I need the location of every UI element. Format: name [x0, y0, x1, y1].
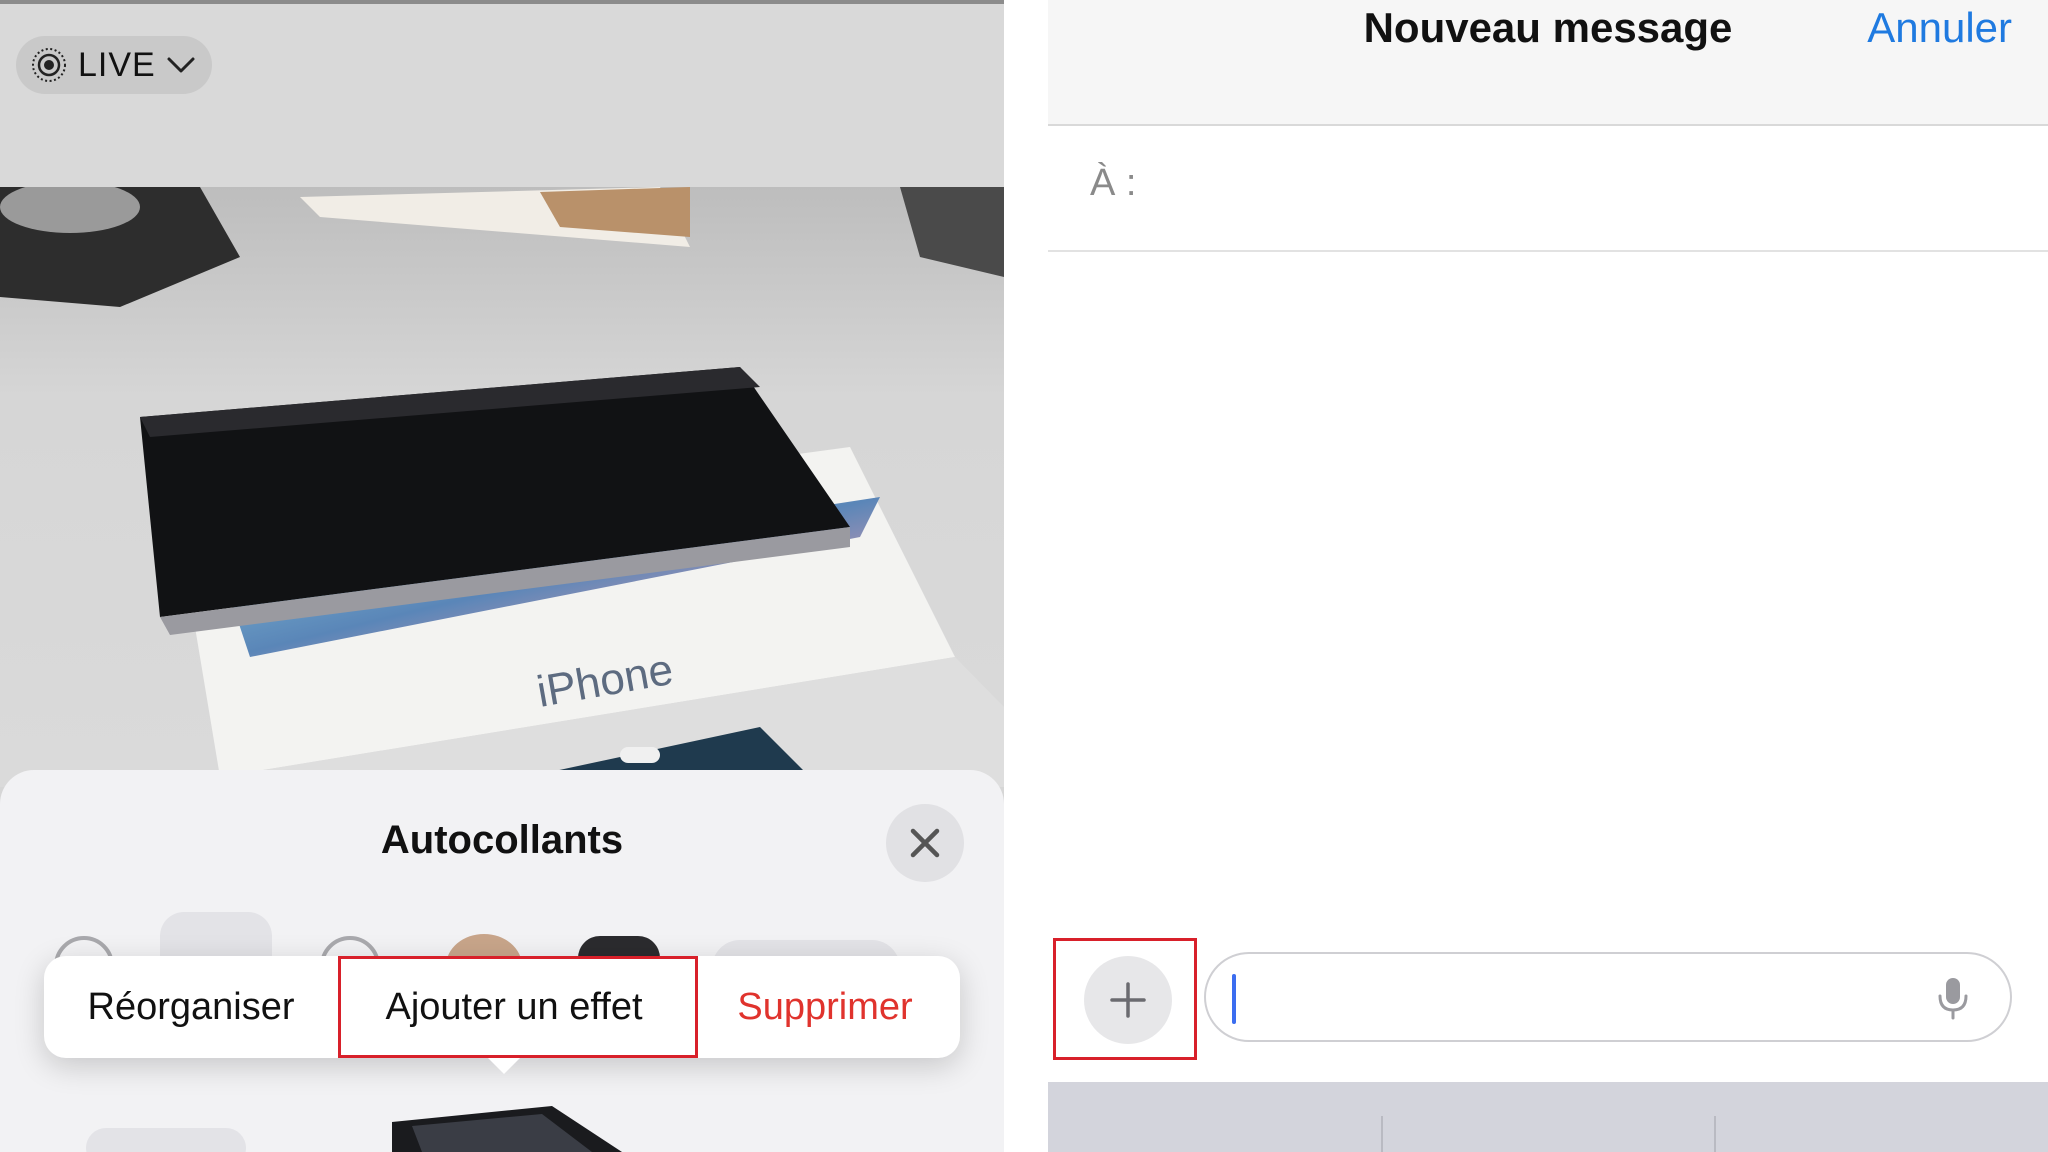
keyboard-separator: [1714, 1116, 1716, 1152]
recipient-label: À :: [1090, 162, 1137, 204]
message-header: Nouveau message Annuler: [1048, 0, 2048, 126]
photo-header-bar: LIVE: [0, 4, 1004, 187]
close-button[interactable]: [886, 804, 964, 882]
sheet-title: Autocollants: [380, 818, 624, 862]
cancel-button[interactable]: Annuler: [1867, 4, 2012, 52]
panel-divider: [1004, 0, 1048, 1152]
sticker-preview: [392, 1106, 622, 1152]
text-caret: [1232, 974, 1236, 1024]
menu-item-reorganize[interactable]: Réorganiser: [44, 956, 338, 1058]
menu-item-delete[interactable]: Supprimer: [690, 956, 960, 1058]
highlight-plus-button: [1053, 938, 1197, 1060]
photo-image: iPhone: [0, 187, 1004, 787]
sticker-thumbnail[interactable]: [86, 1128, 246, 1152]
microphone-icon[interactable]: [1936, 976, 1970, 1022]
close-icon: [910, 828, 940, 858]
live-photo-button[interactable]: LIVE: [16, 36, 212, 94]
context-menu-pointer: [486, 1056, 522, 1074]
live-label: LIVE: [78, 45, 156, 84]
keyboard-separator: [1381, 1116, 1383, 1152]
live-photo-icon: [32, 48, 66, 82]
highlight-add-effect: [338, 956, 698, 1058]
keyboard-area: [1048, 1082, 2048, 1152]
recipient-field[interactable]: À :: [1048, 128, 2048, 252]
message-input[interactable]: [1204, 952, 2012, 1042]
chevron-down-icon: [167, 57, 195, 73]
photo-editor-panel: LIVE iPhone Autocollants Réorganiser Ajo…: [0, 0, 1004, 1152]
new-message-panel: Nouveau message Annuler À :: [1048, 0, 2048, 1152]
